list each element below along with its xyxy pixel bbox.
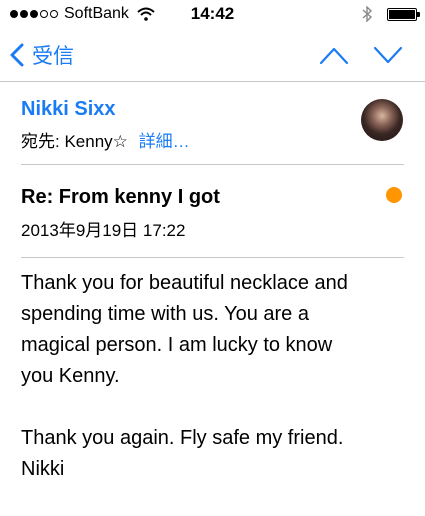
flag-indicator[interactable] bbox=[386, 187, 402, 203]
battery-icon bbox=[387, 7, 420, 21]
chevron-left-icon bbox=[10, 43, 24, 67]
divider bbox=[21, 164, 404, 165]
subject: Re: From kenny I got bbox=[21, 186, 220, 208]
body-line: spending time with us. You are a bbox=[21, 303, 309, 325]
back-label: 受信 bbox=[32, 45, 74, 68]
message-header: Nikki Sixx 宛先: Kenny☆ 詳細… bbox=[0, 82, 425, 164]
back-button[interactable]: 受信 bbox=[10, 40, 74, 70]
to-label: 宛先: bbox=[21, 132, 60, 151]
sender-name[interactable]: Nikki Sixx bbox=[21, 98, 116, 121]
details-link[interactable]: 詳細… bbox=[139, 132, 190, 151]
previous-message-button[interactable] bbox=[318, 44, 350, 66]
recipients-line: 宛先: Kenny☆ 詳細… bbox=[21, 127, 190, 152]
recipient-name[interactable]: Kenny☆ bbox=[64, 132, 127, 151]
body-line: magical person. I am lucky to know bbox=[21, 334, 333, 356]
body-line: Thank you for beautiful necklace and bbox=[21, 272, 348, 294]
message-body: Thank you for beautiful necklace and spe… bbox=[21, 268, 411, 485]
divider bbox=[21, 257, 404, 258]
body-line: Nikki bbox=[21, 458, 65, 480]
status-right bbox=[361, 6, 420, 22]
bluetooth-icon bbox=[362, 6, 373, 22]
body-line: Thank you again. Fly safe my friend. bbox=[21, 427, 344, 449]
avatar bbox=[361, 99, 403, 141]
next-message-button[interactable] bbox=[372, 44, 404, 66]
subject-section: Re: From kenny I got 2013年9月19日 17:22 bbox=[0, 166, 425, 254]
message-date: 2013年9月19日 17:22 bbox=[21, 221, 186, 240]
body-line: you Kenny. bbox=[21, 365, 120, 387]
navigation-bar: 受信 bbox=[0, 28, 425, 82]
status-bar: SoftBank 14:42 bbox=[0, 0, 425, 28]
